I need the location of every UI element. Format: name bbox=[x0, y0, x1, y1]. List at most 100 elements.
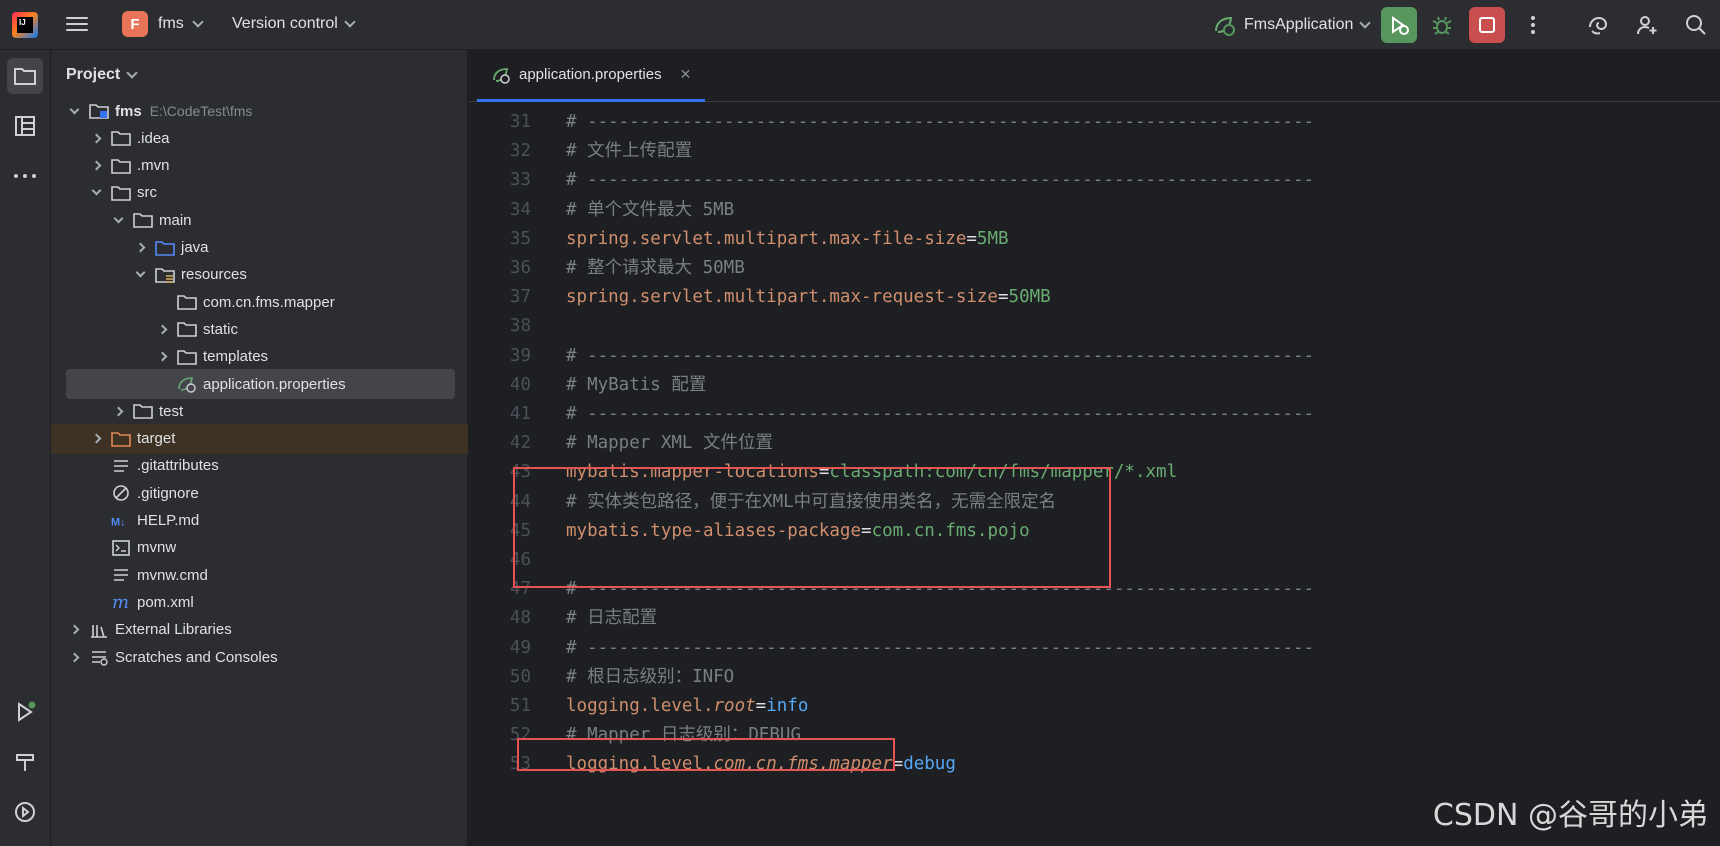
code-token: # 日志配置 bbox=[566, 608, 658, 629]
tree-item[interactable]: Scratches and Consoles bbox=[51, 642, 468, 672]
watermark: CSDN @谷哥的小弟 bbox=[1432, 798, 1708, 833]
code-line: 35 spring.servlet.multipart.max-file-size… bbox=[469, 223, 1720, 255]
chevron-right-icon[interactable] bbox=[109, 402, 127, 420]
rerun-button[interactable] bbox=[1381, 7, 1417, 43]
code-token: # MyBatis 配置 bbox=[566, 374, 707, 395]
tree-item[interactable]: .gitattributes bbox=[51, 451, 468, 481]
folder-icon bbox=[177, 348, 197, 366]
folder-icon bbox=[177, 293, 197, 311]
chevron-down-icon[interactable] bbox=[65, 102, 83, 120]
tree-item-label: application.properties bbox=[203, 375, 346, 393]
tree-item[interactable]: resources bbox=[51, 260, 468, 290]
structure-icon bbox=[15, 116, 35, 136]
code-line: 38 bbox=[469, 310, 1720, 342]
tree-item[interactable]: java bbox=[51, 233, 468, 263]
version-control-menu[interactable]: Version control bbox=[232, 15, 356, 33]
line-source: # --------------------------------------… bbox=[566, 164, 1314, 196]
chevron-right-icon[interactable] bbox=[65, 621, 83, 639]
hammer-icon bbox=[16, 754, 34, 771]
tree-item-label: com.cn.fms.mapper bbox=[203, 293, 335, 311]
tree-item[interactable]: templates bbox=[51, 342, 468, 372]
chevron-right-icon[interactable] bbox=[131, 239, 149, 257]
debug-button[interactable] bbox=[1424, 7, 1460, 43]
text-file-icon bbox=[111, 566, 131, 584]
folder-icon bbox=[133, 402, 153, 420]
stop-button[interactable] bbox=[1469, 7, 1505, 43]
code-token: info bbox=[766, 696, 809, 716]
line-source: spring.servlet.multipart.max-request-siz… bbox=[566, 281, 1051, 313]
project-panel-header[interactable]: Project bbox=[66, 66, 138, 84]
chevron-right-icon[interactable] bbox=[87, 157, 105, 175]
services-tool-button[interactable] bbox=[7, 794, 43, 830]
tree-item-label: src bbox=[137, 184, 157, 202]
chevron-down-icon[interactable] bbox=[87, 184, 105, 202]
chevron-right-icon[interactable] bbox=[153, 320, 171, 338]
tree-item[interactable]: External Libraries bbox=[51, 615, 468, 645]
chevron-down-icon[interactable] bbox=[109, 211, 127, 229]
build-tool-button[interactable] bbox=[7, 744, 43, 780]
tree-item[interactable]: fms E:\CodeTest\fms bbox=[51, 96, 468, 126]
tree-item-label: .idea bbox=[137, 129, 170, 147]
tree-item[interactable]: .mvn bbox=[51, 151, 468, 181]
tree-item[interactable]: static bbox=[51, 314, 468, 344]
tree-item[interactable]: M↓ HELP.md bbox=[51, 506, 468, 536]
line-source: # Mapper XML 文件位置 bbox=[566, 427, 773, 459]
run-configuration-selector[interactable]: FmsApplication bbox=[1212, 13, 1372, 37]
more-actions-icon[interactable] bbox=[1520, 12, 1546, 38]
structure-tool-button[interactable] bbox=[7, 108, 43, 144]
line-number: 34 bbox=[509, 199, 531, 220]
chevron-right-icon[interactable] bbox=[87, 129, 105, 147]
tree-item[interactable]: .gitignore bbox=[51, 478, 468, 508]
tree-item-label: .gitattributes bbox=[137, 457, 219, 475]
add-user-icon[interactable] bbox=[1634, 12, 1660, 38]
project-tool-button[interactable] bbox=[7, 58, 43, 94]
code-token: # 文件上传配置 bbox=[566, 141, 693, 162]
more-tools-button[interactable] bbox=[7, 158, 43, 194]
run-tool-button[interactable] bbox=[7, 694, 43, 730]
folder-icon bbox=[133, 211, 153, 229]
chevron-right-icon[interactable] bbox=[153, 348, 171, 366]
line-source: # --------------------------------------… bbox=[566, 632, 1314, 664]
chevron-right-icon[interactable] bbox=[87, 430, 105, 448]
code-token: = bbox=[997, 287, 1009, 308]
search-icon[interactable] bbox=[1683, 12, 1709, 38]
chevron-right-icon[interactable] bbox=[65, 648, 83, 666]
tree-item[interactable]: main bbox=[51, 205, 468, 235]
code-token: # --------------------------------------… bbox=[566, 112, 1315, 132]
close-icon[interactable]: ✕ bbox=[680, 66, 692, 83]
tree-item[interactable]: application.properties bbox=[66, 369, 455, 399]
main-menu-button[interactable] bbox=[66, 13, 88, 35]
line-number: 32 bbox=[509, 141, 531, 162]
tree-item[interactable]: test bbox=[51, 396, 468, 426]
tree-item[interactable]: mvnw.cmd bbox=[51, 560, 468, 590]
tree-item[interactable]: src bbox=[51, 178, 468, 208]
tab-application-properties[interactable]: application.properties ✕ bbox=[477, 50, 705, 102]
code-token: # --------------------------------------… bbox=[566, 170, 1315, 191]
tree-item[interactable]: com.cn.fms.mapper bbox=[51, 287, 468, 317]
line-number: 35 bbox=[509, 228, 531, 249]
intellij-logo-icon[interactable]: IJ bbox=[12, 12, 38, 38]
text-file-icon bbox=[111, 457, 131, 475]
tree-item[interactable]: m pom.xml bbox=[51, 587, 468, 617]
project-switcher[interactable]: F fms bbox=[122, 11, 204, 37]
tree-item[interactable]: target bbox=[51, 423, 468, 454]
chevron-down-icon[interactable] bbox=[131, 266, 149, 284]
rerun-icon bbox=[1392, 16, 1409, 35]
tree-item[interactable]: .idea bbox=[51, 123, 468, 153]
code-token: # 单个文件最大 5MB bbox=[566, 199, 735, 220]
line-number: 48 bbox=[509, 608, 531, 629]
editor-area: application.properties ✕ 31 # -----------… bbox=[469, 50, 1720, 846]
svg-text:M↓: M↓ bbox=[111, 516, 126, 528]
chevron-down-icon bbox=[126, 67, 138, 79]
line-number: 41 bbox=[509, 404, 531, 424]
code-token: 50MB bbox=[1008, 287, 1051, 308]
ai-assistant-icon[interactable] bbox=[1585, 12, 1611, 38]
ignore-file-icon bbox=[111, 484, 131, 502]
code-token: spring.servlet.multipart.max-request-siz… bbox=[566, 287, 998, 308]
tree-item[interactable]: mvnw bbox=[51, 533, 468, 563]
